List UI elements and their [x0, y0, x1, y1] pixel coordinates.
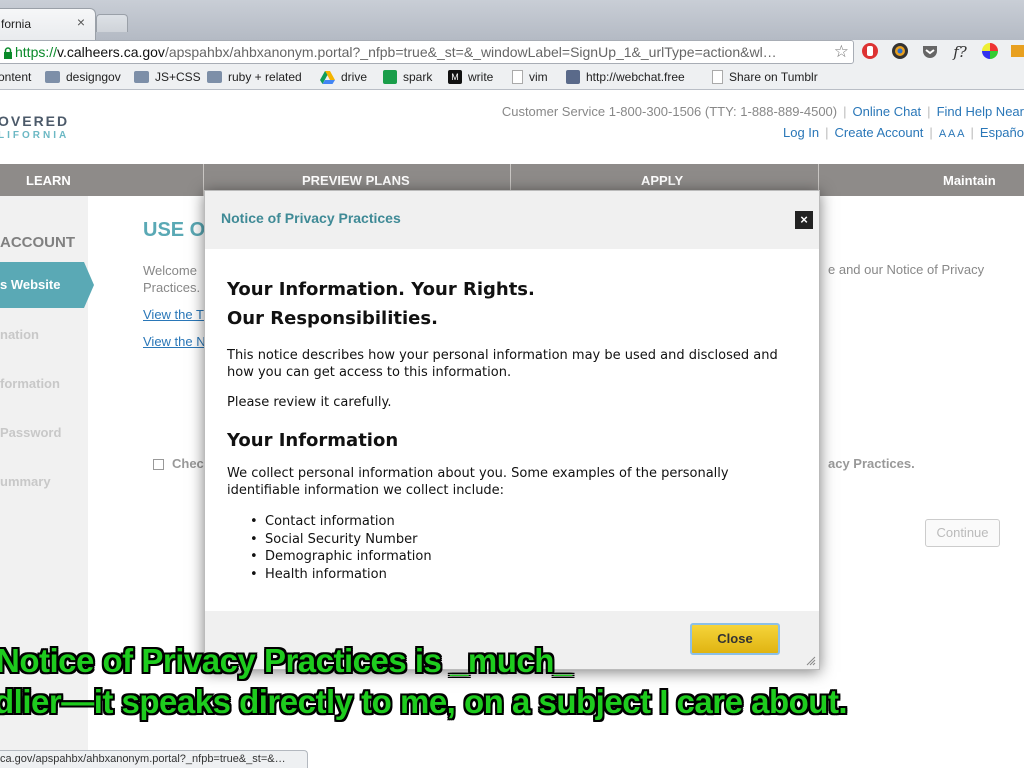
folder-icon [45, 71, 60, 83]
resize-handle-icon[interactable] [806, 656, 816, 666]
bookmark-item[interactable]: JS+CSS [134, 70, 201, 84]
site-logo[interactable]: OVERED LIFORNIA [0, 113, 69, 141]
log-in-link[interactable]: Log In [783, 125, 819, 140]
continue-button[interactable]: Continue [925, 519, 1000, 547]
agree-checkbox-label: Chec [172, 456, 204, 471]
address-bar[interactable]: https://v.calheers.ca.gov/apspahbx/ahbxa… [0, 40, 854, 64]
status-bar: ca.gov/apspahbx/ahbxanonym.portal?_nfpb=… [0, 750, 308, 768]
bookmark-item[interactable]: vim [512, 70, 548, 84]
espanol-link[interactable]: Españo [980, 125, 1024, 140]
bookmark-item[interactable]: Mwrite [448, 70, 493, 84]
dialog-body: Your Information. Your Rights. Our Respo… [227, 275, 797, 583]
find-help-link[interactable]: Find Help Near [937, 104, 1024, 119]
list-item: Contact information [250, 513, 797, 531]
info-list: Contact information Social Security Numb… [227, 513, 797, 583]
bookmark-item[interactable]: http://webchat.free [566, 70, 696, 84]
folder-icon [134, 71, 149, 83]
sidebar-item[interactable]: nation [0, 327, 39, 342]
view-terms-link[interactable]: View the T [143, 307, 204, 322]
list-item: Demographic information [250, 548, 797, 566]
color-wheel-icon[interactable] [890, 42, 910, 62]
m-icon: M [448, 70, 462, 84]
page-icon [712, 70, 723, 84]
list-item: Health information [250, 566, 797, 584]
dialog-paragraph: This notice describes how your personal … [227, 348, 778, 380]
caption-line-1: Notice of Privacy Practices is _much_ [0, 642, 572, 679]
dialog-paragraph: We collect personal information about yo… [227, 466, 729, 498]
utility-links-bottom: Log In | Create Account | A A A | Españo [782, 125, 1024, 140]
privacy-notice-dialog: Notice of Privacy Practices × Your Infor… [204, 190, 820, 670]
new-tab-button[interactable] [96, 14, 128, 32]
dialog-section-heading: Your Information [227, 430, 399, 451]
customer-service-text: Customer Service 1-800-300-1506 (TTY: 1-… [501, 104, 838, 119]
create-account-link[interactable]: Create Account [835, 125, 924, 140]
bookmark-item[interactable]: drive [320, 70, 367, 84]
folder-icon [207, 71, 222, 83]
sidebar-item[interactable]: formation [0, 376, 60, 391]
bookmarks-bar: ontent designgov JS+CSS ruby + related d… [0, 66, 1024, 90]
sidebar-item[interactable]: ummary [0, 474, 51, 489]
agree-checkbox[interactable] [153, 459, 164, 470]
caption-line-2: dlier—it speaks directly to me, on a sub… [0, 683, 848, 720]
nav-learn[interactable]: LEARN [26, 173, 71, 188]
agree-checkbox-label-right: acy Practices. [828, 456, 915, 471]
tab-close-icon[interactable]: × [77, 14, 85, 30]
sheet-icon [383, 70, 397, 84]
browser-tab[interactable]: fornia × [0, 8, 96, 40]
close-button[interactable]: Close [690, 623, 780, 655]
dialog-title: Notice of Privacy Practices [221, 210, 401, 226]
bookmark-item[interactable]: spark [383, 70, 432, 84]
dialog-heading-1: Your Information. Your Rights. [227, 279, 535, 300]
lock-icon [4, 47, 12, 59]
color-picker-icon[interactable] [980, 42, 1000, 62]
url-text: https://v.calheers.ca.gov/apspahbx/ahbxa… [15, 44, 777, 60]
nav-maintain[interactable]: Maintain [943, 173, 996, 188]
bookmark-item[interactable]: Share on Tumblr [712, 70, 818, 84]
sidebar-title: ACCOUNT [0, 234, 75, 251]
dialog-paragraph: Please review it carefully. [227, 395, 392, 410]
online-chat-link[interactable]: Online Chat [853, 104, 922, 119]
drive-icon [320, 70, 335, 84]
bookmark-item[interactable]: designgov [45, 70, 121, 84]
utility-links-top: Customer Service 1-800-300-1506 (TTY: 1-… [501, 104, 1024, 119]
close-icon[interactable]: × [795, 211, 813, 229]
tab-title: fornia [1, 17, 32, 31]
bookmark-star-icon[interactable]: ☆ [834, 42, 849, 62]
pocket-icon[interactable] [920, 42, 940, 62]
nav-apply[interactable]: APPLY [641, 173, 683, 188]
extension-icon[interactable] [1008, 42, 1024, 62]
sidebar-item-active[interactable]: s Website [0, 262, 94, 308]
page-title: USE O [143, 219, 206, 241]
page-icon [512, 70, 523, 84]
globe-icon [566, 70, 580, 84]
welcome-text: Welcome Practices. [143, 263, 201, 295]
list-item: Social Security Number [250, 531, 797, 549]
font-icon[interactable]: f? [950, 42, 970, 62]
dialog-heading-2: Our Responsibilities. [227, 308, 438, 329]
nav-preview-plans[interactable]: PREVIEW PLANS [302, 173, 410, 188]
font-size-link[interactable]: A A A [939, 128, 965, 140]
sidebar-item[interactable]: Password [0, 425, 61, 440]
bookmark-item[interactable]: ontent [0, 70, 31, 84]
welcome-text-right: e and our Notice of Privacy [828, 262, 985, 277]
hand-icon[interactable] [860, 42, 880, 62]
bookmark-item[interactable]: ruby + related [207, 70, 302, 84]
browser-tabbar: fornia × [0, 0, 1024, 40]
dialog-header: Notice of Privacy Practices × [205, 191, 819, 249]
view-notice-link[interactable]: View the N [143, 334, 206, 349]
